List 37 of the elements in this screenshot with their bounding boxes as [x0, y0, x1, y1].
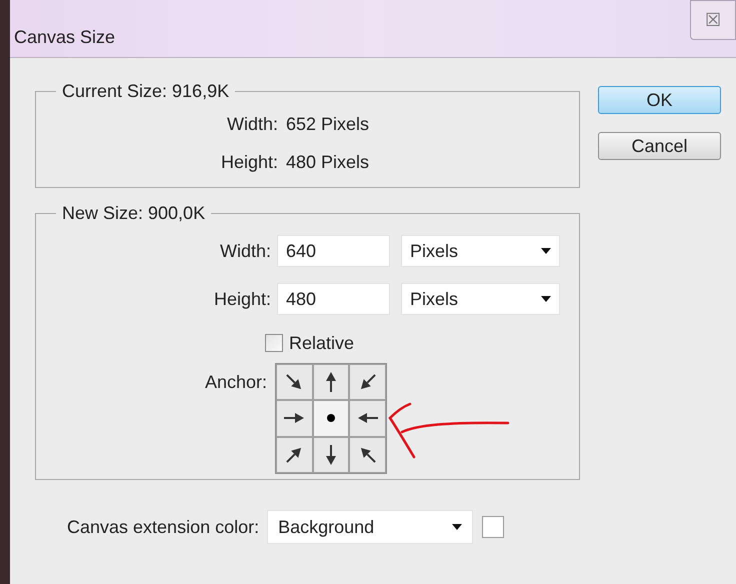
- window-title: Canvas Size: [14, 26, 116, 49]
- relative-checkbox[interactable]: [265, 334, 283, 352]
- dropdown-caret-icon: [452, 524, 462, 530]
- checkbox-label: Relative: [289, 332, 354, 354]
- anchor-cell[interactable]: [349, 400, 386, 437]
- dimension-input[interactable]: 480: [277, 283, 390, 315]
- field-label: Height:: [212, 288, 271, 311]
- dimension-label: Width:: [226, 112, 278, 136]
- anchor-cell[interactable]: [349, 436, 386, 473]
- color-swatch[interactable]: [482, 516, 504, 538]
- dimension-label: Height:: [220, 150, 278, 174]
- dimension-input[interactable]: 640: [277, 235, 390, 267]
- close-button[interactable]: ☒: [690, 0, 736, 40]
- dropdown-caret-icon: [541, 248, 551, 254]
- field-label: Width:: [218, 240, 271, 262]
- group-legend: New Size: 900,0K: [56, 200, 212, 227]
- extension-color-label: Canvas extension color:: [67, 516, 260, 538]
- anchor-label: Anchor:: [204, 371, 268, 394]
- anchor-cell[interactable]: [276, 364, 313, 400]
- extension-color-value: Background: [278, 516, 374, 539]
- dialog-button[interactable]: OK: [598, 86, 721, 114]
- anchor-cell[interactable]: [312, 436, 350, 473]
- unit-dropdown[interactable]: Pixels: [401, 235, 560, 267]
- anchor-cell[interactable]: [276, 436, 313, 473]
- unit-dropdown[interactable]: Pixels: [401, 283, 560, 315]
- dimension-value: 652 Pixels: [286, 112, 370, 136]
- anchor-cell[interactable]: [349, 364, 386, 400]
- unit-value: Pixels: [410, 240, 458, 262]
- group-legend: Current Size: 916,9K: [56, 78, 236, 105]
- dialog-button[interactable]: Cancel: [598, 132, 721, 160]
- unit-value: Pixels: [410, 288, 458, 310]
- dropdown-caret-icon: [541, 296, 551, 302]
- anchor-cell[interactable]: [276, 400, 313, 437]
- anchor-cell[interactable]: [312, 400, 350, 437]
- extension-color-dropdown[interactable]: Background: [267, 510, 474, 544]
- dimension-value: 480 Pixels: [286, 150, 370, 174]
- anchor-cell[interactable]: [312, 364, 350, 400]
